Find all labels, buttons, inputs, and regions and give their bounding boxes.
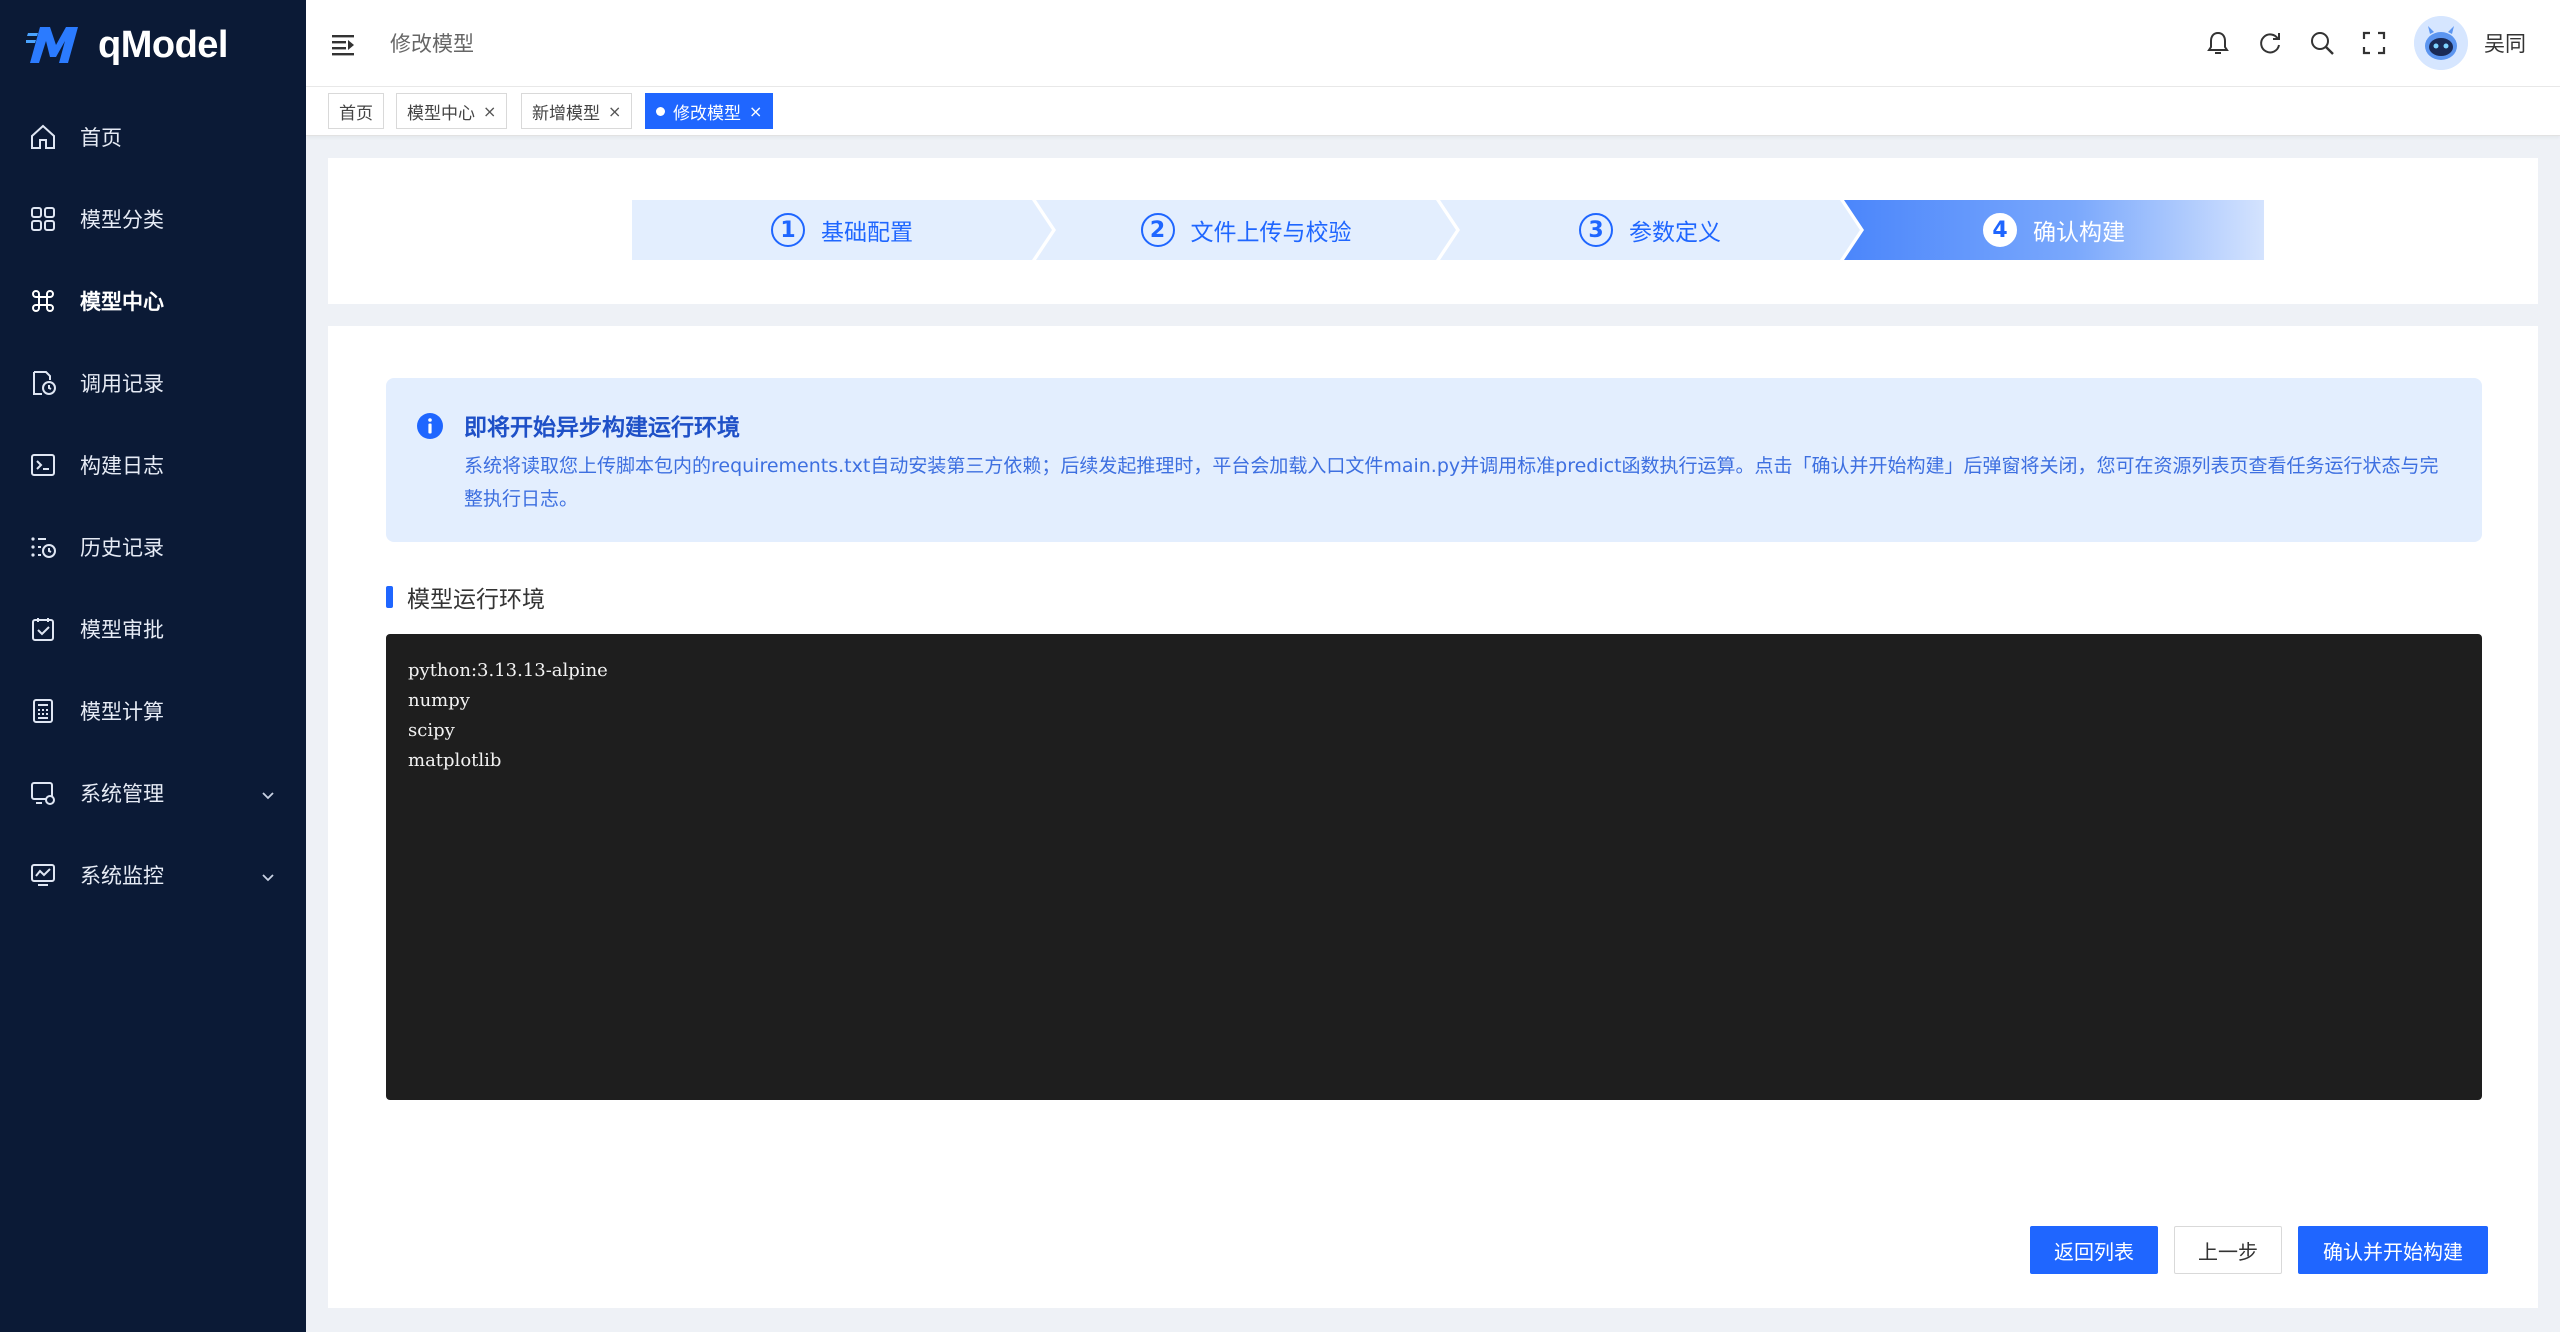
step-2: 2 文件上传与校验: [1036, 200, 1456, 260]
step-4: 4 确认构建: [1844, 200, 2264, 260]
confirm-build-button[interactable]: 确认并开始构建: [2298, 1226, 2488, 1274]
active-dot-icon: [656, 106, 665, 116]
env-line: scipy: [408, 720, 455, 741]
sidebar-item-label: 调用记录: [80, 372, 164, 396]
sidebar-item[interactable]: 模型审批: [0, 588, 306, 670]
calculator-icon: [28, 696, 58, 726]
step-number: 4: [1983, 213, 2017, 247]
sidebar-item-label: 模型分类: [80, 208, 164, 232]
fullscreen-icon[interactable]: [2360, 29, 2388, 57]
bell-icon[interactable]: [2204, 29, 2232, 57]
tab-model-center[interactable]: 模型中心 ×: [396, 93, 508, 129]
logo[interactable]: qModel: [26, 20, 228, 70]
approval-icon: [28, 614, 58, 644]
sidebar-item[interactable]: 系统监控: [0, 834, 306, 916]
sidebar-item[interactable]: 首页: [0, 96, 306, 178]
step-3: 3 参数定义: [1440, 200, 1860, 260]
alert-description: 系统将读取您上传脚本包内的requirements.txt自动安装第三方依赖；后…: [464, 455, 2439, 510]
alert-title: 即将开始异步构建运行环境: [464, 415, 740, 441]
sidebar-item[interactable]: 模型计算: [0, 670, 306, 752]
steps-card: 1 基础配置 2 文件上传与校验 3 参数定义 4 确认构建: [328, 158, 2538, 304]
sidebar-item-label: 系统监控: [80, 864, 164, 888]
sidebar-item-label: 模型计算: [80, 700, 164, 724]
header-actions: 吴同: [2180, 16, 2526, 70]
env-line: numpy: [408, 690, 470, 711]
tabs-bar: 首页 模型中心 × 新增模型 × 修改模型 ×: [306, 87, 2560, 136]
previous-step-button[interactable]: 上一步: [2174, 1226, 2282, 1274]
sidebar-item[interactable]: 模型分类: [0, 178, 306, 260]
sidebar-item-label: 构建日志: [80, 454, 164, 478]
qmodel-logo-icon: [26, 27, 78, 63]
command-icon: [28, 286, 58, 316]
info-icon: [417, 413, 443, 439]
grid-icon: [28, 204, 58, 234]
breadcrumb: 修改模型: [390, 32, 474, 56]
sidebar-item-label: 首页: [80, 126, 122, 150]
chevron-down-icon[interactable]: [260, 866, 276, 890]
step-label: 基础配置: [821, 220, 913, 246]
terminal-icon: [28, 450, 58, 480]
step-1: 1 基础配置: [632, 200, 1052, 260]
close-icon[interactable]: ×: [749, 102, 762, 121]
sidebar: qModel 首页模型分类模型中心调用记录构建日志历史记录模型审批模型计算系统管…: [0, 0, 306, 1332]
sidebar-nav: 首页模型分类模型中心调用记录构建日志历史记录模型审批模型计算系统管理系统监控: [0, 96, 306, 916]
step-number: 2: [1140, 213, 1175, 247]
step-label: 文件上传与校验: [1190, 220, 1352, 246]
back-to-list-button[interactable]: 返回列表: [2030, 1226, 2158, 1274]
chevron-down-icon[interactable]: [260, 784, 276, 808]
refresh-icon[interactable]: [2256, 29, 2284, 57]
section-heading: 模型运行环境: [386, 580, 545, 614]
history-list-icon: [28, 532, 58, 562]
tab-edit-model[interactable]: 修改模型 ×: [645, 93, 774, 129]
search-icon[interactable]: [2308, 29, 2336, 57]
monitor-icon: [28, 860, 58, 890]
main-card: 即将开始异步构建运行环境 系统将读取您上传脚本包内的requirements.t…: [328, 326, 2538, 1308]
step-label: 确认构建: [2033, 220, 2125, 246]
env-line: python:3.13.13-alpine: [408, 660, 608, 681]
menu-toggle-icon[interactable]: [328, 28, 360, 60]
username[interactable]: 吴同: [2484, 28, 2526, 58]
sidebar-item[interactable]: 构建日志: [0, 424, 306, 506]
tab-label: 修改模型: [673, 103, 741, 124]
top-header: 修改模型 吴同: [306, 0, 2560, 87]
close-icon[interactable]: ×: [608, 102, 621, 121]
tab-add-model[interactable]: 新增模型 ×: [521, 93, 633, 129]
step-number: 1: [771, 213, 805, 247]
sidebar-item[interactable]: 历史记录: [0, 506, 306, 588]
step-number: 3: [1579, 213, 1613, 247]
system-settings-icon: [28, 778, 58, 808]
tab-label: 首页: [339, 103, 373, 124]
avatar[interactable]: [2414, 16, 2468, 70]
document-clock-icon: [28, 368, 58, 398]
sidebar-item[interactable]: 调用记录: [0, 342, 306, 424]
env-line: matplotlib: [408, 750, 502, 771]
tab-label: 模型中心: [407, 103, 475, 124]
section-accent-bar: [386, 586, 393, 608]
info-alert: 即将开始异步构建运行环境 系统将读取您上传脚本包内的requirements.t…: [386, 378, 2482, 542]
sidebar-item[interactable]: 模型中心: [0, 260, 306, 342]
sidebar-item-label: 模型中心: [80, 290, 164, 314]
app-name: qModel: [98, 23, 228, 66]
home-icon: [28, 122, 58, 152]
environment-code-box[interactable]: python:3.13.13-alpine numpy scipy matplo…: [386, 634, 2482, 1100]
step-label: 参数定义: [1629, 220, 1721, 246]
tab-home[interactable]: 首页: [328, 93, 384, 129]
sidebar-item-label: 模型审批: [80, 618, 164, 642]
section-title: 模型运行环境: [407, 587, 545, 613]
sidebar-item-label: 历史记录: [80, 536, 164, 560]
tab-label: 新增模型: [532, 103, 600, 124]
sidebar-item[interactable]: 系统管理: [0, 752, 306, 834]
close-icon[interactable]: ×: [483, 102, 496, 121]
sidebar-item-label: 系统管理: [80, 782, 164, 806]
